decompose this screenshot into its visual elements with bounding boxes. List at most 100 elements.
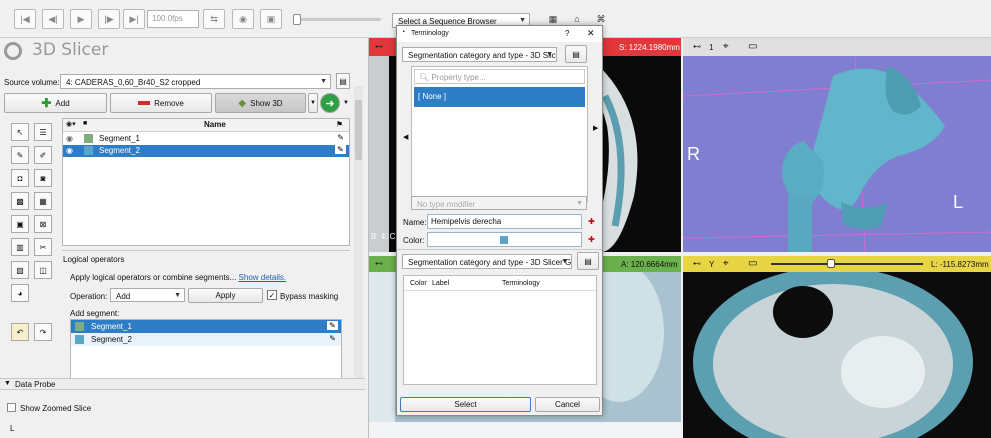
- type-modifier-select[interactable]: No type modifier ▼: [411, 196, 587, 210]
- bypass-masking-label: Bypass masking: [280, 292, 339, 301]
- next-options-icon[interactable]: ▼: [342, 93, 350, 113]
- add-segment-button[interactable]: ✚ Add: [4, 93, 107, 113]
- erase-tool-icon[interactable]: ◘: [11, 169, 29, 187]
- yellow-marrow: [841, 336, 925, 408]
- list-item[interactable]: Segment_2 ✎: [71, 333, 341, 346]
- frame-slider[interactable]: [296, 18, 381, 21]
- operation-select[interactable]: Add ▼: [110, 288, 185, 302]
- center-view-icon[interactable]: ⌖: [723, 41, 729, 52]
- scroll-right-icon[interactable]: ▶: [593, 124, 598, 132]
- table-row[interactable]: ◉ Segment_2 ✎: [63, 145, 349, 157]
- minus-icon: [138, 101, 151, 105]
- margin-tool-icon[interactable]: ⊠: [34, 215, 52, 233]
- show-3d-button[interactable]: ◆ Show 3D: [215, 93, 306, 113]
- edit-pencil-icon[interactable]: ✎: [329, 334, 336, 343]
- dialog-title: Terminology: [411, 30, 449, 37]
- pelvis-shape: [810, 68, 945, 210]
- redo-icon[interactable]: ↷: [34, 323, 52, 341]
- help-button[interactable]: ?: [565, 29, 569, 38]
- name-input[interactable]: Hemipelvis derecha: [427, 214, 582, 229]
- show-3d-options-button[interactable]: ▼: [308, 93, 318, 113]
- eye-icon[interactable]: ◉: [66, 146, 73, 155]
- snapshot-icon[interactable]: ▣: [260, 9, 282, 29]
- reset-color-icon[interactable]: ✚: [585, 233, 598, 246]
- list-item[interactable]: [ None ]: [414, 87, 585, 107]
- three-d-view[interactable]: R L: [683, 56, 991, 252]
- next-arrow-icon[interactable]: ➜: [320, 93, 340, 113]
- maximize-view-icon[interactable]: ▭: [748, 41, 757, 52]
- cube-icon: ◆: [238, 97, 247, 109]
- list-item[interactable]: Segment_1 ✎: [71, 320, 341, 333]
- edit-pencil-icon[interactable]: ✎: [327, 321, 338, 330]
- reset-name-icon[interactable]: ✚: [585, 215, 598, 228]
- bypass-masking-checkbox[interactable]: ✓: [267, 290, 277, 300]
- pointer-tool-icon[interactable]: ↖: [11, 123, 29, 141]
- yellow-offset-slider[interactable]: [771, 263, 923, 265]
- show-details-link[interactable]: Show details.: [239, 273, 287, 282]
- draw-tool-icon[interactable]: ✐: [34, 146, 52, 164]
- flag-icon: ⚑: [335, 120, 343, 129]
- yellow-slider-handle[interactable]: [827, 259, 835, 268]
- app-title: 3D Slicer: [32, 40, 109, 60]
- segment-color-swatch[interactable]: [84, 146, 93, 155]
- divider: [62, 250, 350, 251]
- scrollbar-thumb[interactable]: [355, 100, 362, 160]
- fps-input[interactable]: 100.0fps: [147, 10, 199, 28]
- pin-icon[interactable]: ⊷: [693, 42, 701, 51]
- category-select[interactable]: Segmentation category and type - 3D Slic…: [402, 47, 557, 62]
- cancel-button[interactable]: Cancel: [535, 397, 600, 412]
- select-button[interactable]: Select: [400, 397, 531, 412]
- smoothing-tool-icon[interactable]: ◕: [11, 284, 29, 302]
- previous-frame-icon[interactable]: ◀|: [42, 9, 64, 29]
- eye-icon[interactable]: ◉: [66, 134, 73, 143]
- edit-pencil-icon[interactable]: ✎: [337, 133, 344, 142]
- source-volume-select[interactable]: 4: CADERAS_0,60_Br40_S2 cropped ▼: [60, 74, 331, 89]
- last-frame-icon[interactable]: ▶|: [123, 9, 145, 29]
- paint-tool-icon[interactable]: ✎: [11, 146, 29, 164]
- logical-operators-icon[interactable]: ◫: [34, 261, 52, 279]
- type-list: 🔍︎ Property type... [ None ]: [411, 66, 588, 202]
- panel-scrollbar[interactable]: [354, 86, 363, 382]
- remove-segment-button[interactable]: Remove: [110, 93, 212, 113]
- threshold-tool-icon[interactable]: ▣: [11, 215, 29, 233]
- first-frame-icon[interactable]: |◀: [14, 9, 36, 29]
- hollow-tool-icon[interactable]: ▥: [11, 238, 29, 256]
- scissors-icon[interactable]: ✂: [34, 238, 52, 256]
- sacrum-shape: [885, 66, 921, 115]
- record-icon[interactable]: ◉: [232, 9, 254, 29]
- loop-icon[interactable]: ⇆: [203, 9, 225, 29]
- undo-icon[interactable]: ↶: [11, 323, 29, 341]
- edit-pencil-icon[interactable]: ✎: [335, 145, 346, 154]
- frame-slider-handle[interactable]: [293, 14, 301, 25]
- slicer-logo-icon: [4, 42, 22, 60]
- segment-tool-icon[interactable]: ☰: [34, 123, 52, 141]
- yellow-slice-view[interactable]: [683, 272, 991, 438]
- name-header: Name: [204, 120, 226, 129]
- maximize-view-icon[interactable]: ▭: [748, 258, 757, 269]
- data-probe-header[interactable]: ▼ Data Probe: [0, 378, 365, 390]
- load-terminology-icon[interactable]: ▤: [565, 45, 587, 63]
- volume-options-icon[interactable]: ▤: [336, 73, 350, 89]
- segment-color-swatch[interactable]: [84, 134, 93, 143]
- table-row[interactable]: ◉ Segment_1 ✎: [63, 133, 349, 145]
- property-search-input[interactable]: 🔍︎ Property type...: [414, 69, 585, 84]
- pin-icon[interactable]: ⊷: [693, 259, 701, 268]
- red-edge-band: [369, 56, 389, 252]
- center-view-icon[interactable]: ⌖: [723, 258, 729, 269]
- play-icon[interactable]: ▶: [70, 9, 92, 29]
- fill-between-slices-icon[interactable]: ▦: [34, 192, 52, 210]
- level-tracing-icon[interactable]: ◙: [34, 169, 52, 187]
- apply-button[interactable]: Apply: [188, 288, 263, 303]
- segment-color-swatch: [75, 322, 84, 331]
- scroll-left-icon[interactable]: ◀: [403, 133, 408, 141]
- grow-from-seeds-icon[interactable]: ▩: [11, 192, 29, 210]
- load-region-icon[interactable]: ▤: [577, 252, 599, 270]
- show-zoomed-checkbox[interactable]: [7, 403, 16, 412]
- close-icon[interactable]: ✕: [587, 28, 595, 39]
- color-picker[interactable]: [427, 232, 582, 247]
- pin-icon[interactable]: ⊷: [375, 259, 383, 268]
- islands-tool-icon[interactable]: ▧: [11, 261, 29, 279]
- next-frame-icon[interactable]: |▶: [98, 9, 120, 29]
- anatomic-region-select[interactable]: Segmentation category and type - 3D Slic…: [402, 254, 572, 269]
- pin-icon[interactable]: ⊷: [375, 42, 383, 51]
